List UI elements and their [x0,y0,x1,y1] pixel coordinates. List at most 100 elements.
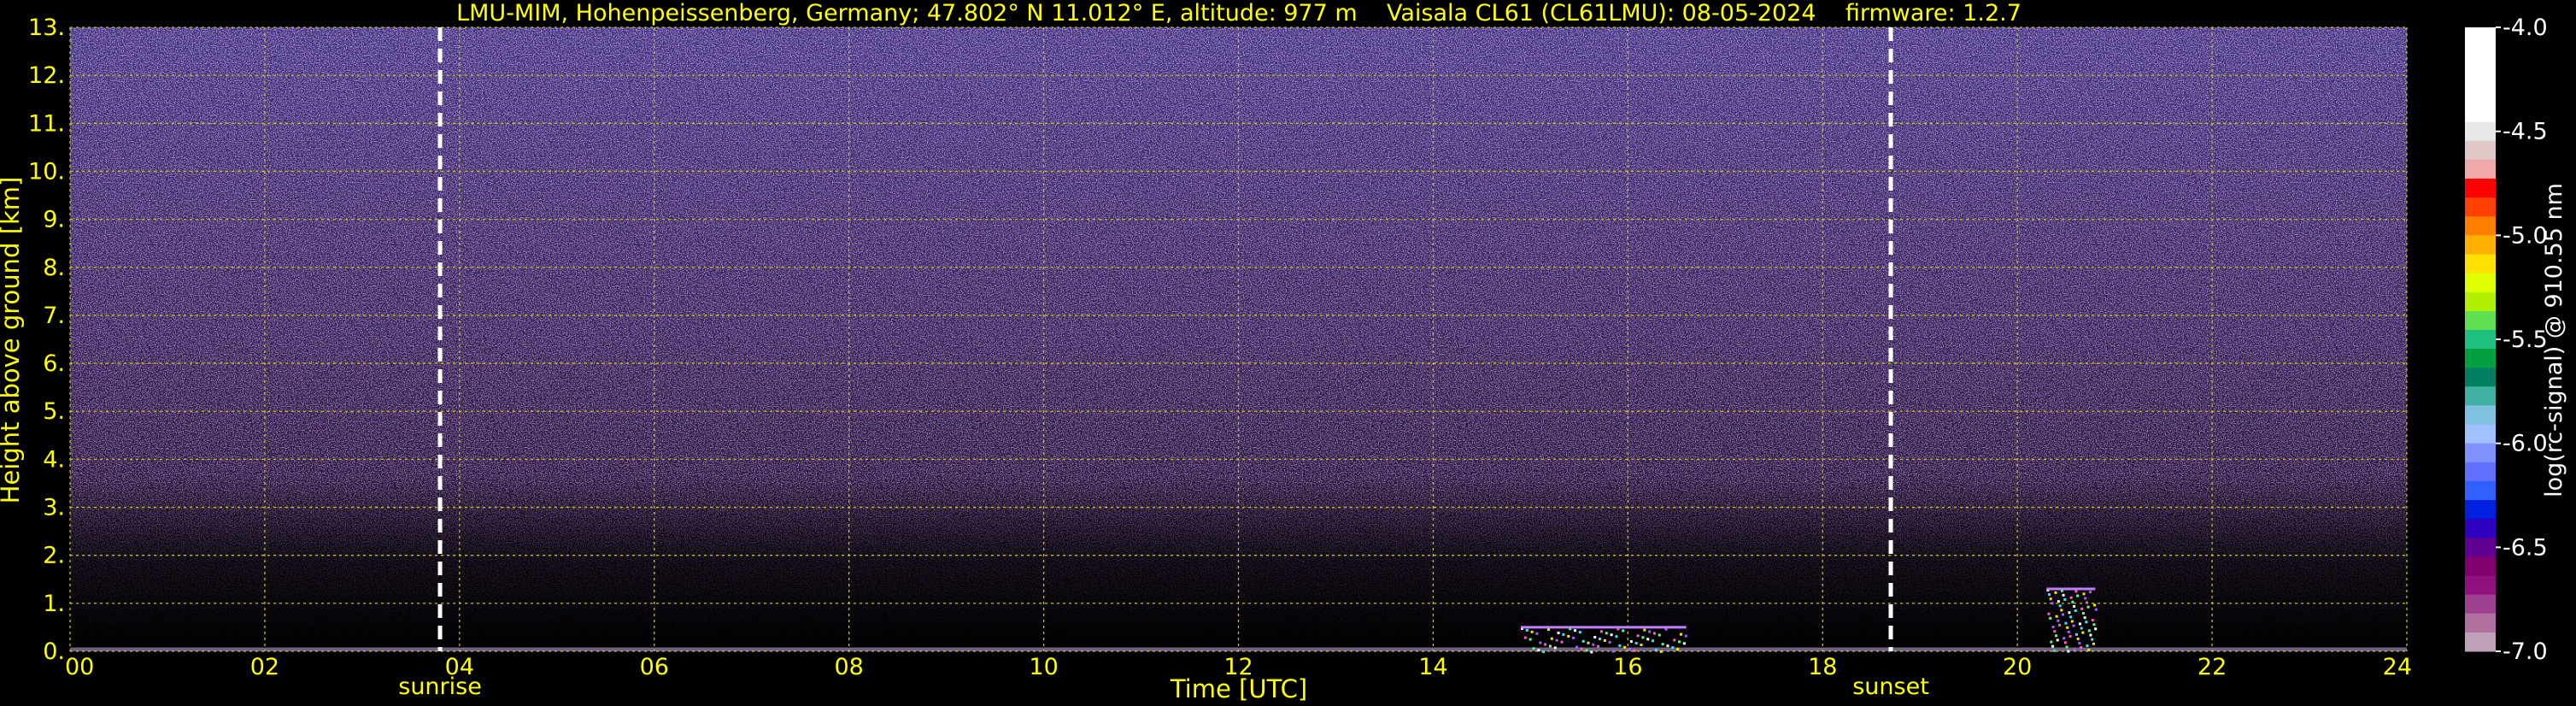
x-tick-label: 00 [65,654,94,680]
colorbar-segment [2465,632,2496,652]
colorbar-segment [2465,500,2496,520]
feature-point [2081,612,2085,615]
y-tick-label: 9. [43,207,65,233]
feature-point [2062,613,2065,616]
feature-point [2068,635,2072,638]
feature-point [2082,592,2086,596]
feature-point [2053,630,2057,633]
feature-point [2086,644,2089,647]
feature-point [2055,615,2058,618]
feature-point [2073,648,2076,651]
colorbar-segment [2465,575,2496,596]
feature-point [2080,646,2083,650]
feature-point [1658,633,1661,637]
colorbar-segment [2465,519,2496,538]
feature-point [1673,638,1676,642]
colorbar [2465,27,2496,652]
feature-point [1646,638,1650,641]
feature-point [1666,644,1669,648]
x-tick-label: 04 [445,654,474,680]
chart-title: LMU-MIM, Hohenpeissenberg, Germany; 47.8… [456,0,2021,26]
colorbar-label: log(rc-signal) @ 910.55 nm [2541,183,2567,497]
feature-point [2051,602,2054,605]
x-tick-label: 10 [1029,654,1058,680]
feature-point [2052,649,2056,652]
feature-point [1529,638,1532,641]
feature-point [1535,632,1539,635]
feature-point [2084,597,2087,600]
feature-point [2091,638,2094,641]
feature-point [2065,645,2068,649]
colorbar-segment [2465,84,2496,103]
colorbar-segment [2465,65,2496,85]
feature-point [1573,629,1576,632]
colorbar-segment [2465,254,2496,274]
feature-point [1623,645,1627,649]
y-tick-label: 12. [28,62,65,89]
x-tick-label: 16 [1613,654,1642,680]
feature-point [1618,644,1622,647]
feature-point [2094,608,2098,611]
colorbar-segment [2465,368,2496,387]
feature-point [2080,607,2084,610]
feature-point [2058,623,2062,627]
colorbar-segment [2465,197,2496,217]
feature-point [1562,632,1565,636]
feature-point [1544,643,1547,646]
feature-point [2051,626,2055,629]
feature-point [1581,639,1585,643]
feature-point [2087,629,2091,632]
boundary-layer-return [70,647,2407,651]
feature-point [2063,641,2067,644]
feature-point [2081,631,2085,634]
feature-point [1679,632,1682,636]
colorbar-segment [2465,310,2496,331]
feature-point [2050,640,2053,644]
feature-point [1572,636,1576,639]
feature-point [1580,647,1583,650]
feature-point [1537,649,1540,652]
x-tick-label: 22 [2198,654,2227,680]
feature-point [2080,627,2083,630]
feature-point [1684,634,1687,638]
x-tick-label: 24 [2383,654,2412,680]
feature-point [2074,632,2078,636]
feature-point [1523,636,1527,639]
colorbar-segment [2465,216,2496,236]
feature-point [1633,649,1636,652]
colorbar-segment [2465,538,2496,557]
colorbar-segment [2465,273,2496,293]
colorbar-segment [2465,178,2496,198]
feature-point [2085,621,2088,624]
y-tick-label: 7. [43,303,65,329]
x-tick-label: 18 [1808,654,1837,680]
colorbar-segment [2465,349,2496,368]
feature-point [1599,637,1602,640]
feature-point [2067,650,2070,653]
y-tick-label: 3. [43,495,65,521]
ceilometer-chart: LMU-MIM, Hohenpeissenberg, Germany; 47.8… [0,0,2567,703]
x-axis-label: Time [UTC] [1170,674,1307,703]
feature-point [1629,640,1633,644]
feature-point [1648,630,1652,633]
feature-point [1611,650,1615,653]
feature-point [1555,638,1558,642]
feature-point [1550,637,1553,640]
feature-point [2048,593,2051,597]
y-tick-label: 0. [43,638,65,665]
feature-point [1532,647,1535,650]
feature-point [2066,626,2069,629]
feature-point [2055,634,2058,638]
feature-point [2063,597,2067,601]
feature-point [1587,641,1590,644]
feature-point [2086,605,2090,609]
feature-point [1634,642,1638,645]
colorbar-segment [2465,121,2496,142]
feature-point [2067,630,2070,633]
feature-point [2068,611,2071,615]
feature-point [1539,641,1542,644]
feature-point [1628,647,1631,650]
feature-point [1605,632,1608,635]
feature-point [1546,628,1550,632]
y-tick-label: 10. [28,158,65,185]
